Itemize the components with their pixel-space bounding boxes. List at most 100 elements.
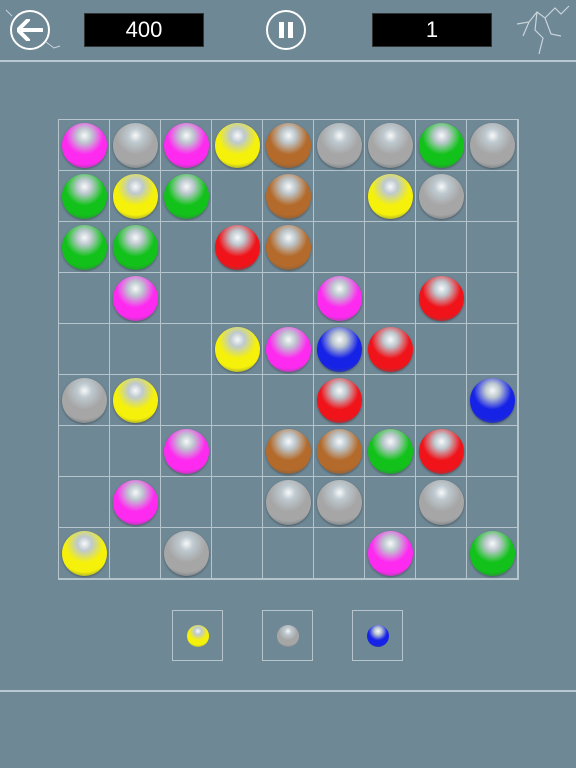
board-cell[interactable] xyxy=(212,273,263,324)
brown-ball[interactable] xyxy=(265,173,311,219)
board-cell[interactable] xyxy=(212,324,263,375)
board-cell[interactable] xyxy=(314,426,365,477)
green-ball[interactable] xyxy=(61,224,107,270)
board-cell[interactable] xyxy=(467,375,518,426)
board-cell[interactable] xyxy=(416,120,467,171)
board-cell[interactable] xyxy=(467,120,518,171)
board-cell[interactable] xyxy=(416,528,467,579)
pause-button[interactable] xyxy=(266,10,306,50)
board-cell[interactable] xyxy=(416,273,467,324)
board-cell[interactable] xyxy=(365,528,416,579)
red-ball[interactable] xyxy=(418,275,464,321)
board-cell[interactable] xyxy=(59,477,110,528)
board-cell[interactable] xyxy=(263,477,314,528)
board-cell[interactable] xyxy=(110,273,161,324)
board-cell[interactable] xyxy=(110,528,161,579)
board-cell[interactable] xyxy=(212,120,263,171)
board-cell[interactable] xyxy=(59,273,110,324)
brown-ball[interactable] xyxy=(265,122,311,168)
board-cell[interactable] xyxy=(161,222,212,273)
green-ball[interactable] xyxy=(112,224,158,270)
board-cell[interactable] xyxy=(263,324,314,375)
board-cell[interactable] xyxy=(365,273,416,324)
board-cell[interactable] xyxy=(161,426,212,477)
board-cell[interactable] xyxy=(161,120,212,171)
green-ball[interactable] xyxy=(163,173,209,219)
board-cell[interactable] xyxy=(110,171,161,222)
yellow-ball[interactable] xyxy=(214,122,260,168)
board-cell[interactable] xyxy=(212,426,263,477)
gray-ball[interactable] xyxy=(316,122,362,168)
board-cell[interactable] xyxy=(314,528,365,579)
magenta-ball[interactable] xyxy=(163,428,209,474)
board-cell[interactable] xyxy=(365,375,416,426)
yellow-ball[interactable] xyxy=(112,173,158,219)
board-cell[interactable] xyxy=(365,120,416,171)
board-cell[interactable] xyxy=(365,324,416,375)
board-cell[interactable] xyxy=(110,120,161,171)
magenta-ball[interactable] xyxy=(265,326,311,372)
red-ball[interactable] xyxy=(316,377,362,423)
board-cell[interactable] xyxy=(314,477,365,528)
board-cell[interactable] xyxy=(263,426,314,477)
board-cell[interactable] xyxy=(467,426,518,477)
board-cell[interactable] xyxy=(110,222,161,273)
board-cell[interactable] xyxy=(416,222,467,273)
blue-ball[interactable] xyxy=(469,377,515,423)
board-cell[interactable] xyxy=(212,477,263,528)
gray-ball[interactable] xyxy=(316,479,362,525)
gray-ball[interactable] xyxy=(367,122,413,168)
gray-ball[interactable] xyxy=(163,530,209,576)
board-cell[interactable] xyxy=(416,426,467,477)
board-cell[interactable] xyxy=(467,222,518,273)
board-cell[interactable] xyxy=(59,120,110,171)
board-cell[interactable] xyxy=(314,375,365,426)
yellow-ball[interactable] xyxy=(214,326,260,372)
green-ball[interactable] xyxy=(469,530,515,576)
board-cell[interactable] xyxy=(212,171,263,222)
magenta-ball[interactable] xyxy=(163,122,209,168)
gray-ball[interactable] xyxy=(112,122,158,168)
board-cell[interactable] xyxy=(467,273,518,324)
board-cell[interactable] xyxy=(314,171,365,222)
gray-ball[interactable] xyxy=(61,377,107,423)
board-cell[interactable] xyxy=(416,477,467,528)
board-cell[interactable] xyxy=(314,324,365,375)
board-cell[interactable] xyxy=(365,477,416,528)
board-cell[interactable] xyxy=(263,120,314,171)
board-cell[interactable] xyxy=(59,171,110,222)
board-cell[interactable] xyxy=(467,528,518,579)
board-cell[interactable] xyxy=(59,222,110,273)
red-ball[interactable] xyxy=(367,326,413,372)
board-cell[interactable] xyxy=(314,273,365,324)
magenta-ball[interactable] xyxy=(316,275,362,321)
board-cell[interactable] xyxy=(467,477,518,528)
brown-ball[interactable] xyxy=(265,224,311,270)
board-cell[interactable] xyxy=(161,324,212,375)
board-cell[interactable] xyxy=(212,222,263,273)
board-cell[interactable] xyxy=(212,375,263,426)
board-cell[interactable] xyxy=(212,528,263,579)
board-cell[interactable] xyxy=(263,375,314,426)
board-cell[interactable] xyxy=(110,375,161,426)
board-cell[interactable] xyxy=(59,324,110,375)
board-cell[interactable] xyxy=(110,426,161,477)
board-cell[interactable] xyxy=(263,222,314,273)
gray-ball[interactable] xyxy=(418,479,464,525)
board-cell[interactable] xyxy=(161,528,212,579)
yellow-ball[interactable] xyxy=(112,377,158,423)
board-cell[interactable] xyxy=(467,324,518,375)
board-cell[interactable] xyxy=(161,477,212,528)
board-cell[interactable] xyxy=(467,171,518,222)
yellow-ball[interactable] xyxy=(367,173,413,219)
brown-ball[interactable] xyxy=(316,428,362,474)
board-cell[interactable] xyxy=(110,324,161,375)
magenta-ball[interactable] xyxy=(112,275,158,321)
board-cell[interactable] xyxy=(59,528,110,579)
magenta-ball[interactable] xyxy=(112,479,158,525)
gray-ball[interactable] xyxy=(469,122,515,168)
board-cell[interactable] xyxy=(365,171,416,222)
magenta-ball[interactable] xyxy=(367,530,413,576)
magenta-ball[interactable] xyxy=(61,122,107,168)
green-ball[interactable] xyxy=(418,122,464,168)
